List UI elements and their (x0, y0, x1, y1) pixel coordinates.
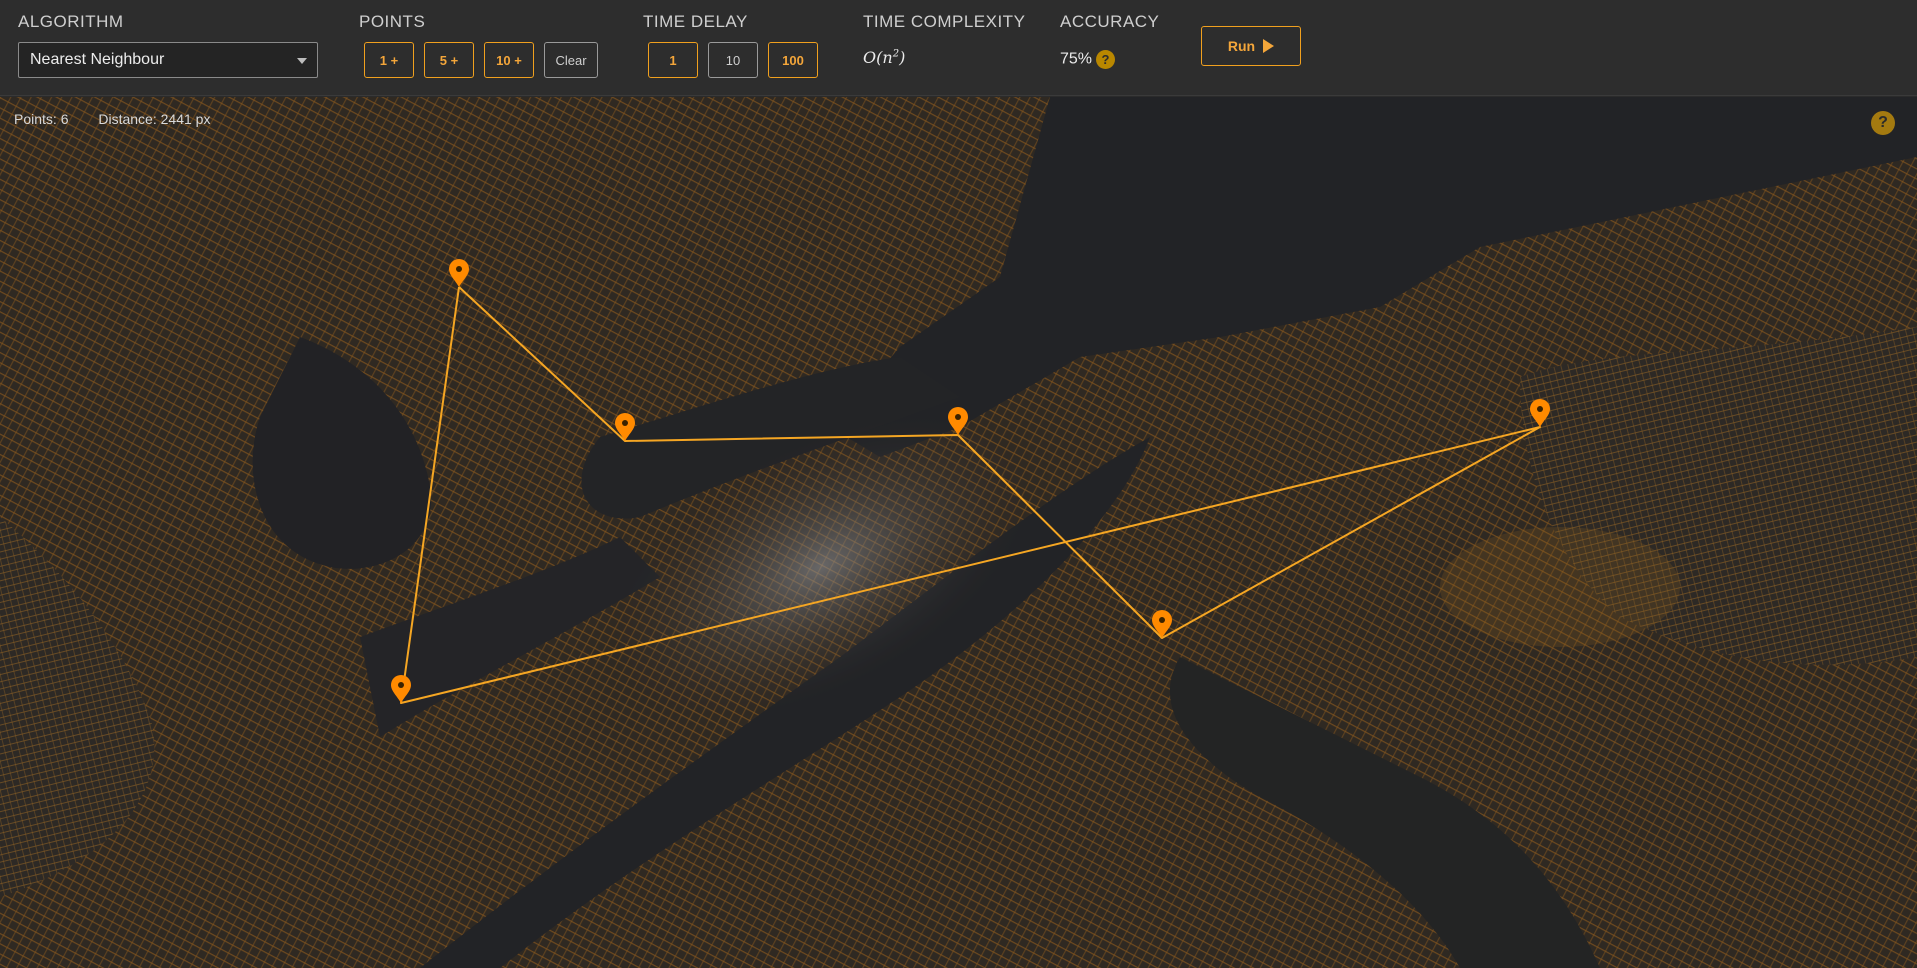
toolbar: ALGORITHM Nearest Neighbour POINTS 1 + 5… (0, 0, 1917, 96)
map-svg (0, 97, 1917, 968)
points-count: Points: 6 (14, 111, 69, 127)
run-button[interactable]: Run (1201, 26, 1301, 66)
run-label: Run (1227, 38, 1256, 54)
accuracy-label: ACCURACY (1060, 12, 1160, 31)
algorithm-select[interactable]: Nearest Neighbour (18, 42, 318, 78)
time-complexity-value: O(n2) (863, 48, 906, 67)
chevron-down-icon (297, 58, 307, 64)
points-label: POINTS (359, 12, 426, 31)
map-canvas[interactable]: Points: 6 Distance: 2441 px ? (0, 97, 1917, 968)
help-icon[interactable]: ? (1871, 111, 1895, 135)
clear-button[interactable]: Clear (544, 42, 598, 78)
accuracy-value: 75%? (1060, 50, 1116, 69)
map-dim-overlay (0, 97, 1917, 968)
accuracy-help-icon[interactable]: ? (1096, 50, 1116, 69)
algorithm-selected-value: Nearest Neighbour (30, 51, 165, 68)
time-delay-10-button[interactable]: 10 (708, 42, 758, 78)
distance-value: Distance: 2441 px (98, 111, 211, 127)
map-stats: Points: 6 Distance: 2441 px (14, 111, 236, 127)
time-delay-1-button[interactable]: 1 (648, 42, 698, 78)
time-delay-label: TIME DELAY (643, 12, 748, 31)
algorithm-label: ALGORITHM (18, 12, 124, 31)
time-delay-100-button[interactable]: 100 (768, 42, 818, 78)
add-1-point-button[interactable]: 1 + (364, 42, 414, 78)
time-complexity-label: TIME COMPLEXITY (863, 12, 1026, 31)
add-5-points-button[interactable]: 5 + (424, 42, 474, 78)
add-10-points-button[interactable]: 10 + (484, 42, 534, 78)
play-icon (1263, 39, 1275, 53)
